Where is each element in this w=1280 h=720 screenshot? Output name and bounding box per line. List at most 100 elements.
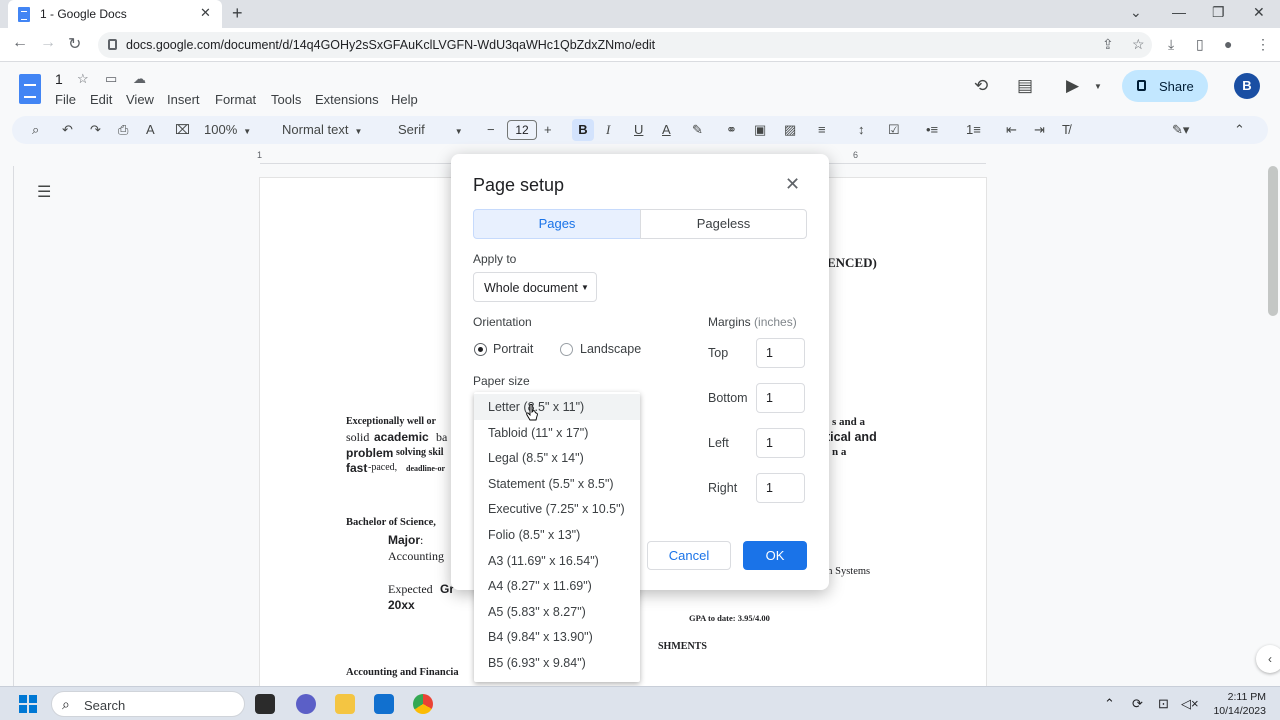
star-icon[interactable]: ☆ [77, 71, 89, 87]
window-close-icon[interactable]: ✕ [1253, 4, 1265, 21]
paper-size-option[interactable]: A5 (5.83" x 8.27") [474, 599, 640, 625]
search-menus-icon[interactable]: ⌕ [32, 122, 39, 138]
close-icon[interactable]: ✕ [785, 174, 800, 195]
decrease-indent-icon[interactable]: ⇤ [1006, 122, 1017, 138]
add-comment-icon[interactable]: ▣ [754, 122, 766, 138]
windows-start-icon[interactable] [19, 695, 37, 713]
side-panel-icon[interactable]: ▯ [1196, 36, 1204, 53]
paper-size-option[interactable]: Folio (8.5" x 13") [474, 522, 640, 548]
insert-image-icon[interactable]: ▨ [784, 122, 796, 138]
share-page-icon[interactable]: ⇪ [1102, 36, 1114, 53]
profile-icon[interactable]: ● [1224, 36, 1232, 52]
zoom-select[interactable]: 100% ▼ [204, 122, 251, 137]
font-select[interactable]: Serif ▼ [398, 122, 463, 137]
file-explorer-icon[interactable] [335, 694, 355, 714]
margin-bottom-input[interactable]: 1 [756, 383, 805, 413]
link-icon[interactable]: ⚭ [726, 122, 737, 138]
back-icon[interactable]: ← [12, 34, 28, 52]
move-folder-icon[interactable]: ▭ [105, 71, 117, 87]
tab-search-chevron-icon[interactable]: ⌄ [1130, 4, 1142, 21]
menu-tools[interactable]: Tools [271, 92, 301, 107]
redo-icon[interactable]: ↷ [90, 122, 101, 138]
maximize-icon[interactable]: ❐ [1212, 4, 1225, 21]
paper-size-option[interactable]: Legal (8.5" x 14") [474, 445, 640, 471]
numbered-list-icon[interactable]: 1≡ [966, 122, 981, 137]
text-color-icon[interactable]: A [662, 122, 671, 137]
tray-chevron-up-icon[interactable]: ⌃ [1104, 696, 1115, 712]
ok-button[interactable]: OK [743, 541, 807, 570]
line-spacing-icon[interactable]: ↕ [858, 122, 865, 137]
cancel-button[interactable]: Cancel [647, 541, 731, 570]
clear-formatting-icon[interactable]: T̸ [1062, 122, 1070, 137]
print-icon[interactable]: ⎙ [118, 122, 128, 138]
margin-top-input[interactable]: 1 [756, 338, 805, 368]
docs-home-icon[interactable] [19, 74, 41, 104]
underline-button[interactable]: U [634, 122, 643, 137]
paper-size-option[interactable]: Statement (5.5" x 8.5") [474, 471, 640, 497]
checklist-icon[interactable]: ☑ [888, 122, 900, 138]
share-button[interactable]: Share [1122, 70, 1208, 102]
paper-size-option[interactable]: B5 (6.93" x 9.84") [474, 650, 640, 676]
document-title[interactable]: 1 [55, 71, 63, 87]
spellcheck-icon[interactable]: A [146, 122, 155, 137]
document-outline-icon[interactable]: ☰ [37, 182, 51, 202]
chrome-menu-icon[interactable]: ⋮ [1256, 36, 1270, 53]
tab-pages[interactable]: Pages [473, 209, 641, 239]
vertical-scrollbar[interactable] [1268, 166, 1278, 316]
avatar[interactable]: B [1234, 73, 1260, 99]
tab-pageless[interactable]: Pageless [640, 209, 807, 239]
paper-size-option[interactable]: Executive (7.25" x 10.5") [474, 496, 640, 522]
menu-file[interactable]: File [55, 92, 76, 107]
forward-icon[interactable]: → [40, 34, 56, 52]
bold-button[interactable]: B [572, 119, 594, 141]
url-field[interactable]: docs.google.com/document/d/14q4GOHy2sSxG… [98, 32, 1152, 58]
menu-format[interactable]: Format [215, 92, 256, 107]
new-tab-icon[interactable]: + [232, 3, 243, 24]
margin-right-input[interactable]: 1 [756, 473, 805, 503]
menu-edit[interactable]: Edit [90, 92, 112, 107]
side-panel-toggle-icon[interactable]: ‹ [1256, 645, 1280, 673]
style-select[interactable]: Normal text ▼ [282, 122, 362, 137]
meet-icon[interactable]: ▶ [1066, 76, 1079, 96]
decrease-font-size-icon[interactable]: − [487, 122, 495, 137]
paper-size-option[interactable]: Letter (8.5" x 11") [474, 394, 640, 420]
apply-to-select[interactable]: Whole document ▼ [473, 272, 597, 302]
cloud-status-icon[interactable]: ☁ [133, 71, 146, 87]
italic-button[interactable]: I [606, 122, 610, 138]
system-clock[interactable]: 2:11 PM 10/14/2023 [1206, 690, 1266, 718]
margin-left-input[interactable]: 1 [756, 428, 805, 458]
comments-icon[interactable]: ▤ [1017, 76, 1033, 96]
font-size-input[interactable]: 12 [507, 120, 537, 140]
menu-insert[interactable]: Insert [167, 92, 200, 107]
minimize-icon[interactable]: — [1172, 4, 1186, 20]
editing-mode-icon[interactable]: ✎▾ [1172, 122, 1189, 138]
meet-chevron-down-icon[interactable]: ▼ [1094, 82, 1102, 91]
paper-size-option[interactable]: A4 (8.27" x 11.69") [474, 573, 640, 599]
menu-view[interactable]: View [126, 92, 154, 107]
reload-icon[interactable]: ↻ [68, 34, 81, 54]
align-icon[interactable]: ≡ [818, 122, 826, 137]
network-icon[interactable]: ⊡ [1158, 696, 1169, 712]
volume-muted-icon[interactable]: ◁× [1181, 696, 1199, 712]
close-tab-icon[interactable]: ✕ [200, 5, 211, 21]
increase-font-size-icon[interactable]: + [544, 122, 552, 137]
taskbar-search-input[interactable]: ⌕ Search [51, 691, 245, 717]
paper-size-option[interactable]: Tabloid (11" x 17") [474, 420, 640, 446]
paper-size-option[interactable]: A3 (11.69" x 16.54") [474, 548, 640, 574]
paint-format-icon[interactable]: ⌧ [175, 122, 190, 138]
bulleted-list-icon[interactable]: •≡ [926, 122, 938, 137]
increase-indent-icon[interactable]: ⇥ [1034, 122, 1045, 138]
browser-tab[interactable]: 1 - Google Docs ✕ [8, 0, 222, 28]
menu-help[interactable]: Help [391, 92, 418, 107]
paper-size-option[interactable]: B4 (9.84" x 13.90") [474, 624, 640, 650]
highlight-icon[interactable]: ✎ [692, 122, 703, 138]
sync-icon[interactable]: ⟳ [1132, 696, 1143, 712]
download-icon[interactable]: ⤓ [1168, 36, 1174, 53]
teams-chat-icon[interactable] [296, 694, 316, 714]
undo-icon[interactable]: ↶ [62, 122, 73, 138]
version-history-icon[interactable]: ⟲ [974, 76, 988, 96]
bookmark-star-icon[interactable]: ☆ [1132, 36, 1145, 53]
microsoft-store-icon[interactable] [374, 694, 394, 714]
collapse-menus-icon[interactable]: ⌃ [1234, 122, 1245, 138]
chrome-icon[interactable] [413, 694, 433, 714]
